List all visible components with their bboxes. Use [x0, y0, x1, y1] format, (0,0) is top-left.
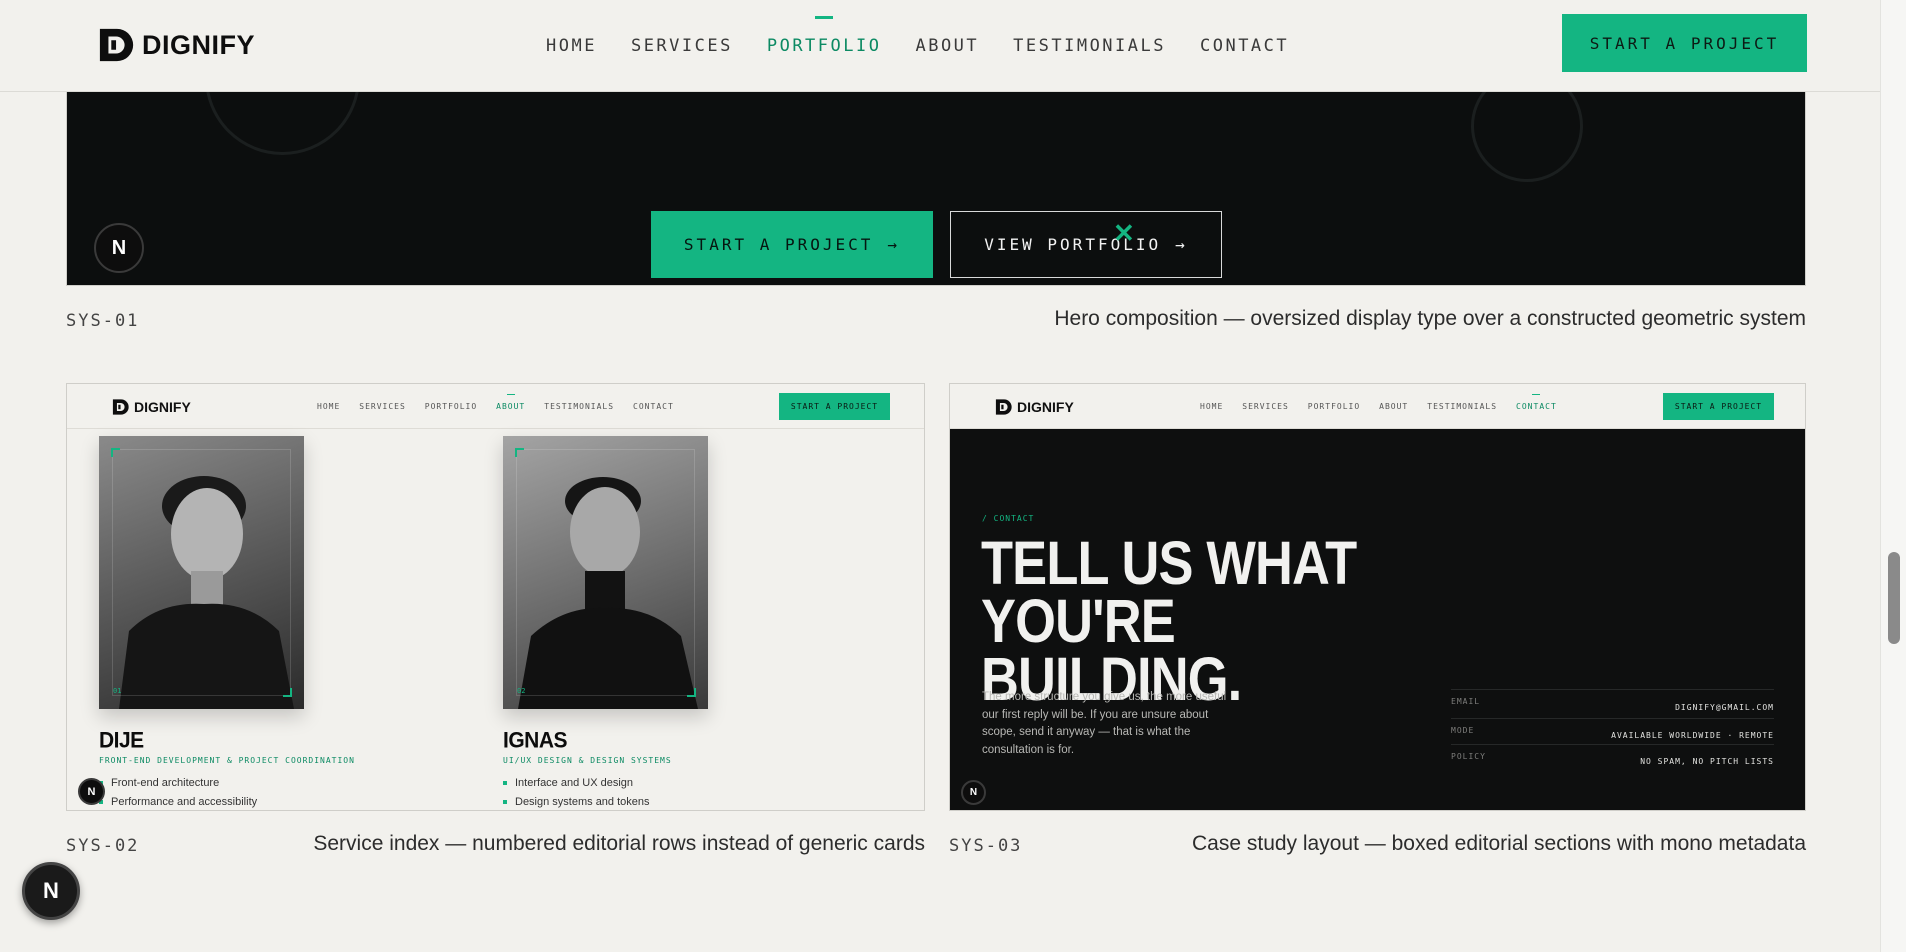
caption-code-sys01: SYS-01 — [66, 311, 140, 331]
mini-brand-logo: DIGNIFY — [995, 398, 1074, 416]
hero-view-portfolio-button[interactable]: VIEW PORTFOLIO → — [950, 211, 1222, 278]
member-role: UI/UX DESIGN & DESIGN SYSTEMS — [503, 756, 672, 765]
contact-row-value: DIGNIFY@GMAIL.COM — [1675, 703, 1774, 712]
member-skill-list: Interface and UX design Design systems a… — [503, 777, 650, 810]
nav-services[interactable]: SERVICES — [631, 36, 733, 56]
contact-row-key: POLICY — [1451, 752, 1486, 761]
list-item: Design systems and tokens — [503, 796, 650, 808]
portrait-number: 01 — [113, 687, 122, 695]
mini-nav-about: ABOUT — [496, 394, 526, 411]
portrait-frame — [112, 449, 291, 696]
framework-badge: N — [961, 780, 986, 805]
mini-nav-contact: CONTACT — [1516, 394, 1557, 411]
mini-nav-services: SERVICES — [1242, 402, 1289, 411]
member-name: DIJE — [99, 728, 144, 753]
hero-preview: N START A PROJECT → VIEW PORTFOLIO → ✕ — [66, 80, 1806, 286]
mini-nav: HOME SERVICES PORTFOLIO ABOUT TESTIMONIA… — [1200, 384, 1576, 429]
main-nav: HOME SERVICES PORTFOLIO ABOUT TESTIMONIA… — [546, 0, 1323, 92]
mini-nav-portfolio: PORTFOLIO — [424, 402, 478, 411]
thumbnail-contact-page[interactable]: DIGNIFY HOME SERVICES PORTFOLIO ABOUT TE… — [949, 383, 1806, 811]
nav-portfolio[interactable]: PORTFOLIO — [767, 16, 882, 56]
mini-nav: HOME SERVICES PORTFOLIO ABOUT TESTIMONIA… — [317, 384, 693, 429]
arrow-right-icon: → — [887, 235, 901, 254]
nav-home[interactable]: HOME — [546, 36, 597, 56]
portrait-frame — [516, 449, 695, 696]
hero-start-project-label: START A PROJECT — [683, 235, 874, 254]
logo-mark-icon — [112, 399, 129, 415]
contact-description: The more structure you give us, the more… — [982, 691, 1227, 756]
contact-row-email: EMAIL DIGNIFY@GMAIL.COM — [1451, 689, 1774, 718]
framework-badge: N — [78, 778, 105, 805]
mini-nav-about: ABOUT — [1379, 402, 1409, 411]
contact-row-mode: MODE AVAILABLE WORLDWIDE · REMOTE — [1451, 718, 1774, 744]
contact-info-table: EMAIL DIGNIFY@GMAIL.COM MODE AVAILABLE W… — [1451, 689, 1774, 770]
nav-contact[interactable]: CONTACT — [1200, 36, 1289, 56]
hero-start-project-button[interactable]: START A PROJECT → — [651, 211, 933, 278]
caption-code-sys02: SYS-02 — [66, 836, 140, 856]
mini-start-project-button: START A PROJECT — [779, 393, 890, 420]
nav-about[interactable]: ABOUT — [915, 36, 979, 56]
caption-code-sys03: SYS-03 — [949, 836, 1023, 856]
mini-header: DIGNIFY HOME SERVICES PORTFOLIO ABOUT TE… — [67, 384, 924, 429]
brand-name: DIGNIFY — [142, 29, 256, 60]
mini-brand-logo: DIGNIFY — [112, 398, 191, 416]
mini-start-project-button: START A PROJECT — [1663, 393, 1774, 420]
contact-title: TELL US WHAT YOU'RE BUILDING. — [981, 529, 1463, 710]
dev-tools-badge[interactable]: N — [22, 862, 80, 920]
start-project-button[interactable]: START A PROJECT — [1562, 14, 1807, 72]
portrait-dije: 01 — [99, 436, 304, 709]
mini-brand-name: DIGNIFY — [1017, 399, 1074, 415]
mini-nav-testimonials: TESTIMONIALS — [544, 402, 615, 411]
contact-title-line: TELL US WHAT YOU'RE — [981, 529, 1357, 655]
member-name: IGNAS — [503, 728, 568, 753]
scrollbar-thumb[interactable] — [1888, 552, 1900, 644]
corner-mark — [687, 688, 696, 697]
logo-mark-icon — [99, 28, 134, 62]
mini-brand-name: DIGNIFY — [134, 399, 191, 415]
corner-mark — [283, 688, 292, 697]
contact-row-policy: POLICY NO SPAM, NO PITCH LISTS — [1451, 744, 1774, 770]
mini-header: DIGNIFY HOME SERVICES PORTFOLIO ABOUT TE… — [950, 384, 1805, 429]
scrollbar-track[interactable] — [1880, 0, 1906, 952]
contact-row-value: AVAILABLE WORLDWIDE · REMOTE — [1611, 731, 1774, 740]
contact-row-key: EMAIL — [1451, 697, 1481, 706]
list-item: Interface and UX design — [503, 777, 650, 789]
arrow-right-icon: → — [1175, 235, 1188, 254]
contact-row-value: NO SPAM, NO PITCH LISTS — [1640, 757, 1774, 766]
mini-nav-home: HOME — [1200, 402, 1224, 411]
member-role: FRONT-END DEVELOPMENT & PROJECT COORDINA… — [99, 756, 355, 765]
decorative-circle — [1471, 80, 1583, 182]
list-item: Performance and accessibility — [99, 796, 257, 808]
contact-kicker: / CONTACT — [982, 514, 1035, 523]
nav-testimonials[interactable]: TESTIMONIALS — [1013, 36, 1166, 56]
close-icon: ✕ — [1113, 218, 1135, 248]
mini-nav-portfolio: PORTFOLIO — [1307, 402, 1361, 411]
mini-nav-contact: CONTACT — [633, 402, 674, 411]
caption-text-sys01: Hero composition — oversized display typ… — [1054, 307, 1806, 330]
caption-text-sys03: Case study layout — boxed editorial sect… — [1192, 832, 1806, 855]
list-item: Front-end architecture — [99, 777, 257, 789]
portrait-number: 02 — [517, 687, 526, 695]
portrait-ignas: 02 — [503, 436, 708, 709]
corner-mark — [515, 448, 524, 457]
caption-text-sys02: Service index — numbered editorial rows … — [313, 832, 925, 855]
contact-row-key: MODE — [1451, 726, 1475, 735]
brand-logo[interactable]: DIGNIFY — [98, 26, 255, 64]
site-header: DIGNIFY HOME SERVICES PORTFOLIO ABOUT TE… — [0, 0, 1880, 92]
corner-mark — [111, 448, 120, 457]
thumbnail-about-page[interactable]: DIGNIFY HOME SERVICES PORTFOLIO ABOUT TE… — [66, 383, 925, 811]
mini-nav-home: HOME — [317, 402, 341, 411]
mini-nav-services: SERVICES — [359, 402, 406, 411]
logo-mark-icon — [995, 399, 1012, 415]
mini-nav-testimonials: TESTIMONIALS — [1427, 402, 1498, 411]
member-skill-list: Front-end architecture Performance and a… — [99, 777, 257, 810]
framework-badge[interactable]: N — [94, 223, 144, 273]
